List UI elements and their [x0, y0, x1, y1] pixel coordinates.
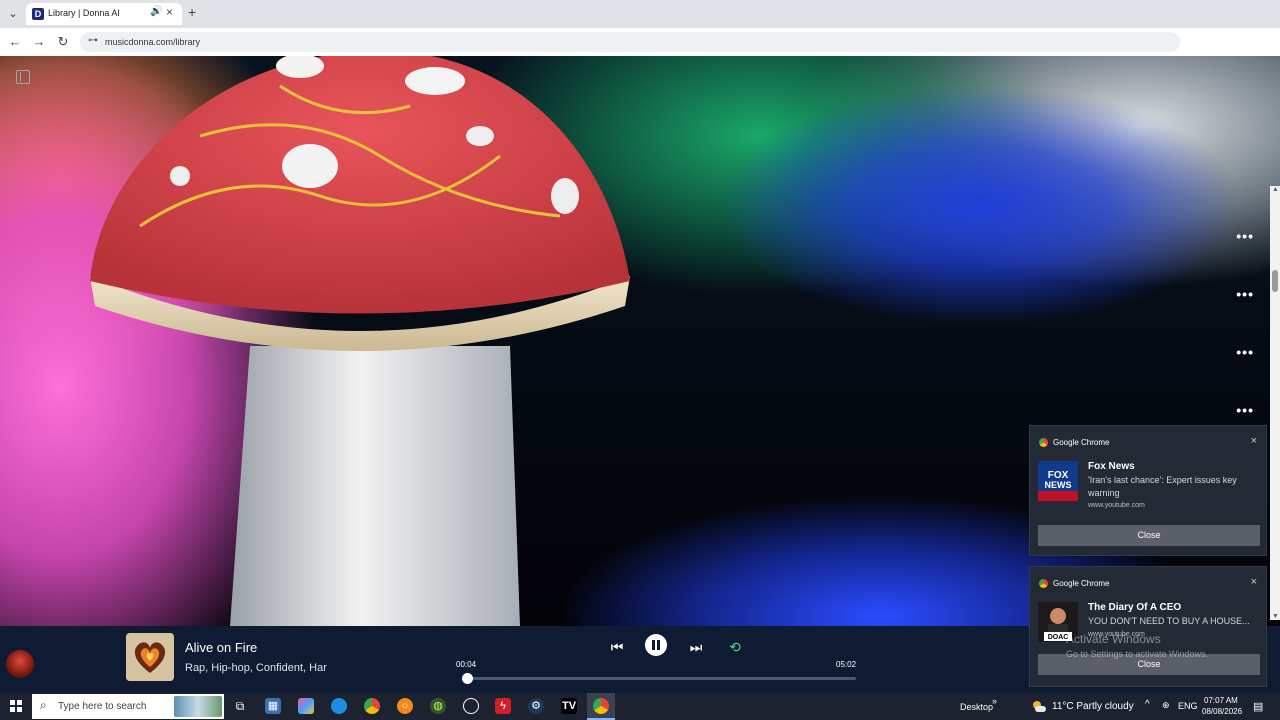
notification-toast[interactable]: Google Chrome × FOX NEWS Fox News 'Iran'…: [1029, 425, 1267, 556]
url-text[interactable]: musicdonna.com/library: [105, 37, 200, 47]
browser-tab[interactable]: D Library | Donna AI 🔊 ×: [26, 3, 182, 25]
tab-favicon-icon: D: [32, 8, 44, 20]
notification-title: The Diary Of A CEO: [1088, 602, 1182, 613]
notification-app-name: Google Chrome: [1053, 438, 1110, 447]
scroll-down-icon[interactable]: ▼: [1272, 613, 1279, 620]
search-highlight-image: [174, 696, 222, 717]
arrow-right-icon[interactable]: →: [30, 33, 48, 51]
activation-watermark-title: Activate Windows: [1066, 632, 1161, 646]
plus-icon[interactable]: +: [188, 4, 196, 20]
chevron-down-icon[interactable]: ⌄: [4, 5, 22, 23]
notification-app-name: Google Chrome: [1053, 579, 1110, 588]
chrome-active-icon[interactable]: [593, 698, 609, 714]
clock-time[interactable]: 07:07 AM: [1204, 696, 1238, 705]
lightning-app-icon[interactable]: ϟ: [495, 698, 511, 714]
close-icon[interactable]: ×: [1251, 435, 1257, 447]
chevron-up-icon[interactable]: ^: [1145, 699, 1150, 710]
scroll-up-icon[interactable]: ▲: [1272, 186, 1279, 193]
repeat-icon[interactable]: ⟲: [724, 636, 746, 658]
weather-icon[interactable]: [1031, 699, 1047, 713]
tradingview-icon[interactable]: TV: [561, 698, 577, 714]
close-icon[interactable]: ×: [166, 5, 173, 19]
toolbar-expand-icon[interactable]: »: [992, 696, 997, 706]
album-cover[interactable]: [126, 633, 174, 681]
desktop-toolbar-label[interactable]: Desktop: [960, 702, 993, 712]
network-icon[interactable]: ⊕: [1162, 700, 1170, 711]
more-options-button[interactable]: •••: [1236, 286, 1254, 302]
close-icon[interactable]: ×: [1251, 576, 1257, 588]
total-duration: 05:02: [836, 660, 857, 669]
pause-icon[interactable]: [645, 634, 667, 656]
calculator-icon[interactable]: ▦: [265, 698, 281, 714]
taskbar: ⌕ Type here to search ⧉ ▦ ○ ◍ ϟ ⚙ TV Des…: [0, 693, 1280, 720]
track-tags: Rap, Hip-hop, Confident, Har: [185, 662, 327, 674]
activation-watermark-subtitle: Go to Settings to activate Windows.: [1066, 649, 1209, 659]
search-icon: ⌕: [40, 698, 47, 712]
more-options-button[interactable]: •••: [1236, 344, 1254, 360]
chrome-icon: [1039, 438, 1048, 447]
circle-app-icon[interactable]: [463, 698, 479, 714]
windows-start-icon[interactable]: [10, 700, 22, 712]
chrome-icon: [1039, 579, 1048, 588]
address-bar[interactable]: ⊶ musicdonna.com/library: [80, 32, 1180, 52]
tab-title: Library | Donna AI: [48, 8, 120, 18]
notification-center-icon[interactable]: ▤: [1253, 700, 1263, 713]
notification-body: 'Iran's last chance': Expert issues key …: [1088, 475, 1237, 498]
fox-news-logo: FOX NEWS: [1038, 461, 1078, 501]
scrollbar-thumb[interactable]: [1272, 270, 1278, 292]
browser-toolbar: ← → ↻ ⊶ musicdonna.com/library: [0, 28, 1280, 56]
more-options-button[interactable]: •••: [1236, 228, 1254, 244]
notification-title: Fox News: [1088, 461, 1135, 472]
site-info-icon[interactable]: ⊶: [88, 35, 98, 46]
page-scrollbar[interactable]: ▲ ▼: [1270, 186, 1280, 620]
progress-knob[interactable]: [462, 673, 474, 684]
mushroom-artwork: [90, 56, 630, 626]
reload-icon[interactable]: ↻: [54, 33, 72, 51]
progress-slider[interactable]: [462, 673, 856, 684]
more-options-button[interactable]: •••: [1236, 402, 1254, 418]
steam-icon[interactable]: ⚙: [528, 698, 544, 714]
avatar[interactable]: [6, 650, 34, 678]
copilot-icon[interactable]: [298, 698, 314, 714]
track-title[interactable]: Alive on Fire: [185, 640, 257, 655]
close-button[interactable]: Close: [1038, 525, 1260, 546]
language-indicator[interactable]: ENG: [1178, 701, 1198, 711]
weather-text[interactable]: 11°C Partly cloudy: [1052, 701, 1134, 712]
green-app-icon[interactable]: ◍: [430, 698, 446, 714]
elapsed-time: 00:04: [456, 660, 477, 669]
heart-artwork: [126, 633, 174, 681]
notification-body: YOU DON'T NEED TO BUY A HOUSE...: [1088, 616, 1250, 626]
skip-next-icon[interactable]: ⏭: [685, 636, 707, 658]
speaker-icon[interactable]: 🔊: [150, 6, 162, 17]
notification-source: www.youtube.com: [1088, 502, 1145, 509]
sidebar-toggle-icon[interactable]: [16, 70, 30, 84]
search-placeholder: Type here to search: [58, 701, 147, 712]
orange-app-icon[interactable]: ○: [397, 698, 413, 714]
chrome-icon[interactable]: [364, 698, 380, 714]
svg-text:NEWS: NEWS: [1045, 480, 1072, 490]
clock-date[interactable]: 08/08/2026: [1202, 707, 1242, 716]
skip-previous-icon[interactable]: ⏮: [606, 636, 628, 658]
taskbar-search-box[interactable]: ⌕ Type here to search: [32, 694, 224, 719]
task-view-icon[interactable]: ⧉: [232, 698, 248, 714]
browser-tab-strip: ⌄ D Library | Donna AI 🔊 × +: [0, 0, 1280, 28]
arrow-left-icon[interactable]: ←: [6, 33, 24, 51]
notification-toast[interactable]: Google Chrome × DOAC The Diary Of A CEO …: [1029, 566, 1267, 687]
edge-icon[interactable]: [331, 698, 347, 714]
